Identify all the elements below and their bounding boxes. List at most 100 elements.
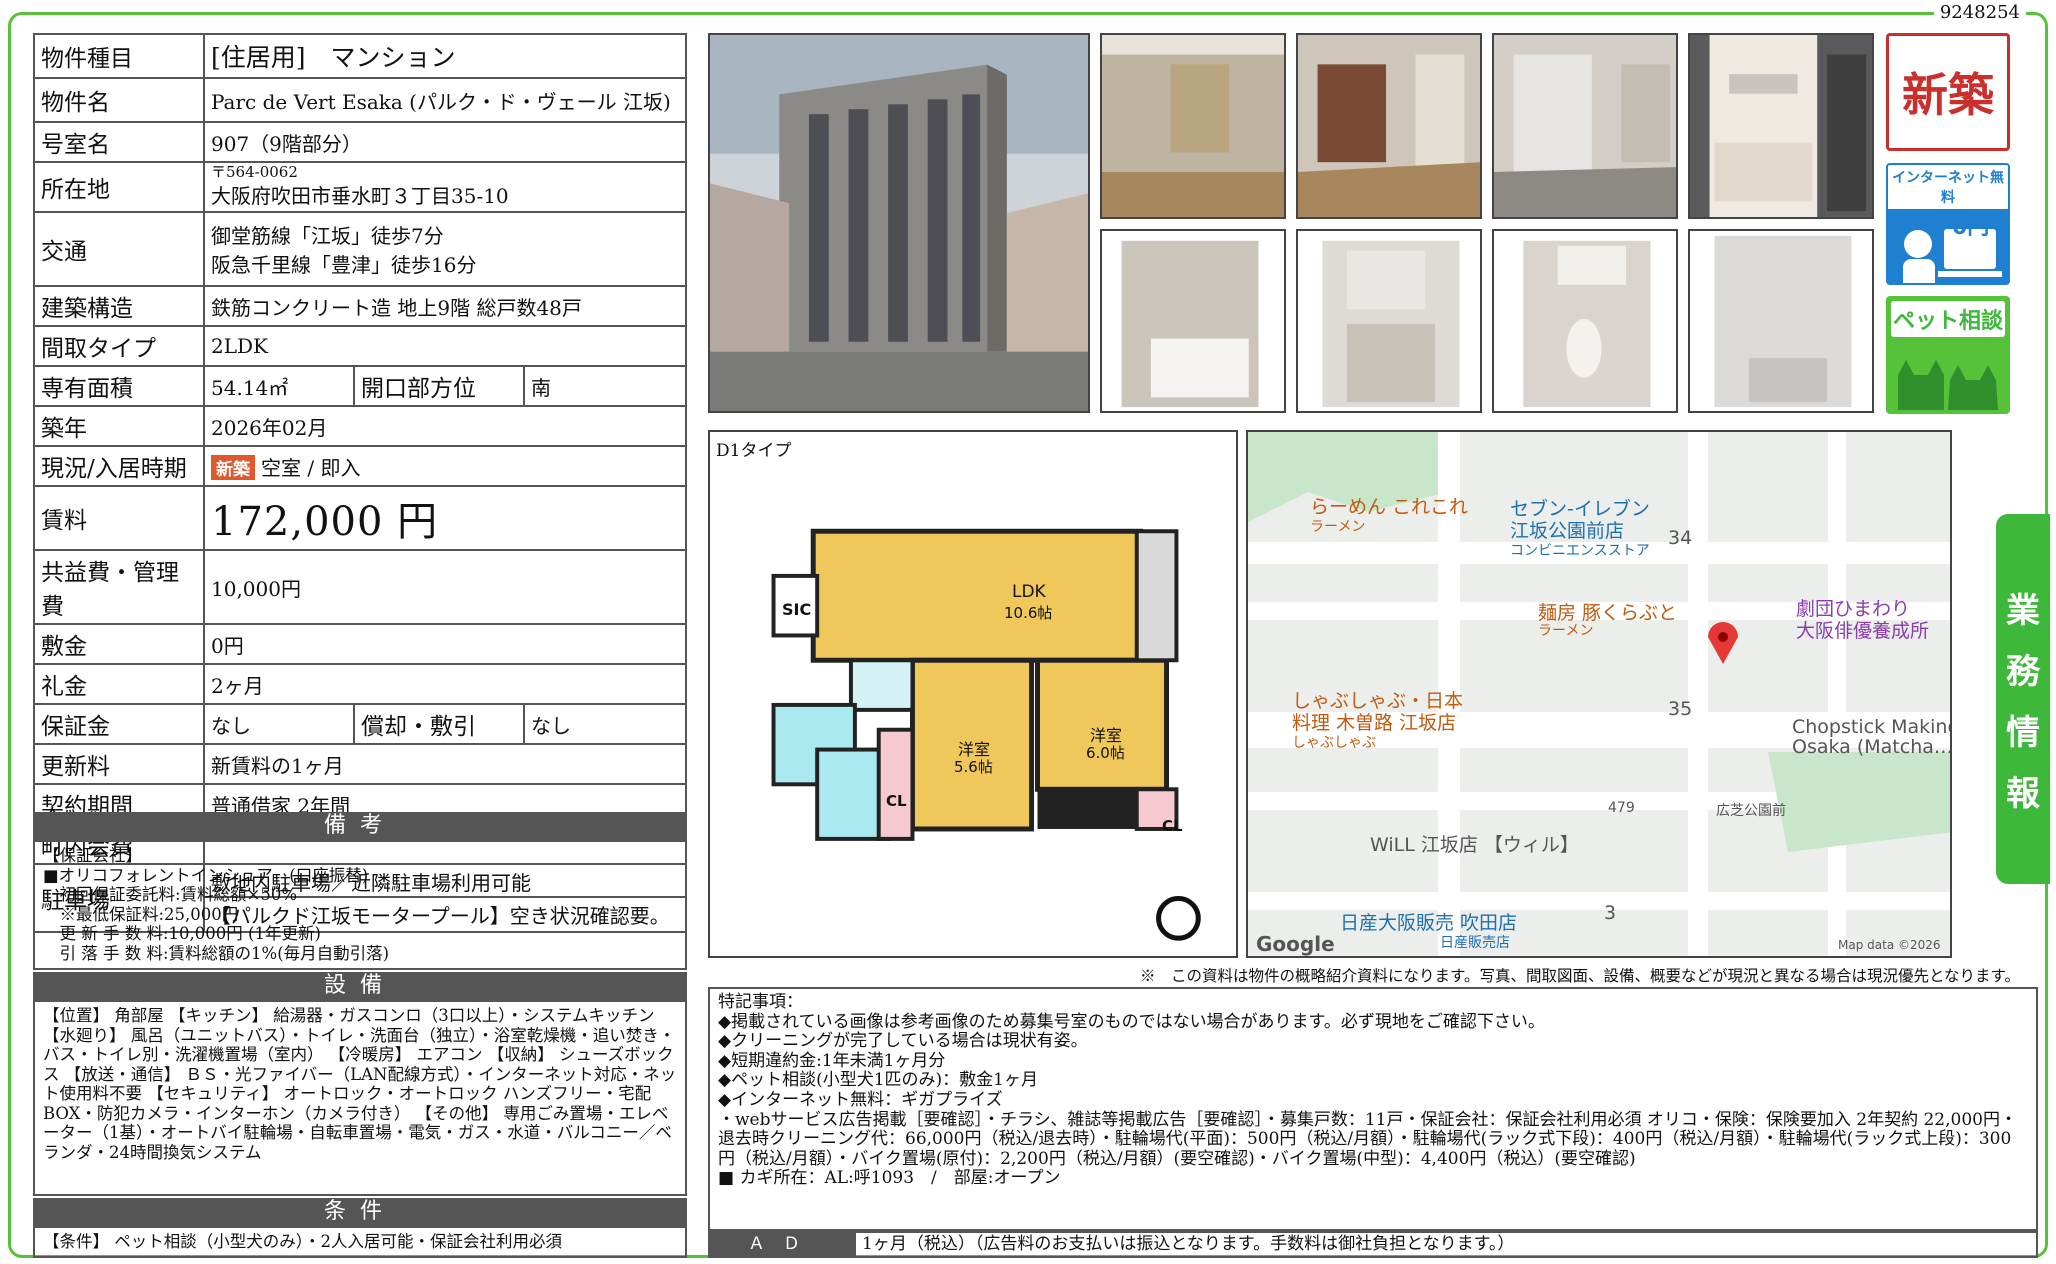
spec-table: 物件種目 [住居用] マンション 物件名 Parc de Vert Esaka (パ… [33,33,687,933]
fee-value: 10,000円 [203,549,687,625]
amortization-value: なし [523,703,687,745]
disclaimer-note: ※ この資料は物件の概略紹介資料になります。写真、間取図面、設備、概要などが現況… [1140,967,2020,985]
keymoney-label: 礼金 [33,663,205,705]
ad-row: ＡＤ 1ヶ月（税込）（広告料のお支払いは振込となります。手数料は御社負担となりま… [708,1231,2038,1258]
location-map[interactable]: らーめん これこれ ラーメン セブン-イレブン 江坂公園前店 コンビニエンススト… [1246,430,1952,958]
deposit-label: 敷金 [33,623,205,665]
special-remarks: 特記事項： ◆掲載されている画像は参考画像のため募集号室のものではない場合があり… [708,987,2038,1231]
map-label-nissan: 日産大阪販売 吹田店 [1340,912,1518,934]
type-label: 物件種目 [33,33,205,79]
map-label-chopstick2: Osaka (Matcha… [1792,736,1952,758]
built-value: 2026年02月 [203,405,687,447]
washroom-photo [1296,229,1482,413]
room-photo-1 [1100,33,1286,219]
layout-label: 間取タイプ [33,325,205,367]
new-build-text: 新築 [1902,68,1994,122]
plan-ldk-label: LDK [1012,582,1046,602]
remarks-box: 【保証会社】 ■オリコフォレントインシュア (口座振替) 初回保証委託料:賃料総… [33,840,687,970]
map-label-park: 広芝公園前 [1716,803,1786,819]
traffic-line: 御堂筋線「江坂」徒歩7分 [211,224,444,248]
map-label-34: 34 [1668,527,1693,549]
plan-ldk-size: 10.6帖 [1004,604,1053,622]
area-value: 54.14㎡ [203,365,355,407]
room-label: 号室名 [33,121,205,163]
status-cell: 新築 空室 / 即入 [203,445,687,487]
new-tag: 新築 [211,454,255,480]
tab-char: 報 [2006,774,2040,814]
remarks-header: 備考 [33,812,687,840]
traffic-label: 交通 [33,211,205,287]
guarantee-value: なし [203,703,355,745]
equipment-box: 【位置】 角部屋 【キッチン】 給湯器・ガスコンロ（3口以上）・システムキッチン… [33,1000,687,1196]
plan-room2-size: 6.0帖 [1086,744,1125,762]
building-exterior-photo [708,33,1090,413]
floor-plan-drawing [771,528,1201,941]
map-label-route: 479 [1608,800,1635,816]
tab-char: 情 [2006,713,2040,753]
map-label-3: 3 [1604,902,1617,924]
renewal-value: 新賃料の1ヶ月 [203,743,687,785]
map-data-credit: Map data ©2026 [1838,938,1941,952]
direction-value: 南 [523,365,687,407]
map-label-will: WiLL 江坂店 【ウィル】 [1370,834,1579,856]
kitchen-photo [1688,33,1874,219]
dog-icon [1898,360,1998,410]
conditions-box: 【条件】 ペット相談（小型犬のみ）・2人入居可能・保証会社利用必須 [33,1226,687,1258]
tab-char: 務 [2006,652,2040,692]
address-label: 所在地 [33,161,205,213]
name-value: Parc de Vert Esaka (パルク・ド・ヴェール 江坂) [203,77,687,123]
zip-code: 〒564-0062 [211,163,298,181]
amortization-label: 償却・敷引 [353,703,525,745]
pet-negotiable-text: ペット相談 [1891,301,2005,337]
laundry-photo [1688,229,1874,413]
rent-label: 賃料 [33,485,205,551]
map-label-gekidan2: 大阪俳優養成所 [1796,620,1930,642]
traffic-line: 阪急千里線「豊津」徒歩16分 [211,253,477,277]
plan-room1-size: 5.6帖 [954,758,993,776]
toilet-photo [1492,229,1678,413]
map-label-ramen: らーめん これこれ [1310,496,1469,518]
map-label-seven-branch: 江坂公園前店 [1510,520,1625,542]
map-label-shabu-sub: しゃぶしゃぶ [1292,735,1376,751]
internet-fee-text: 0円 [1952,215,1990,240]
built-label: 築年 [33,405,205,447]
room-photo-2 [1296,33,1482,219]
traffic-cell: 御堂筋線「江坂」徒歩7分阪急千里線「豊津」徒歩16分 [203,211,687,287]
address-value: 大阪府吹田市垂水町３丁目35-10 [211,184,509,208]
google-logo: Google [1256,932,1335,956]
floor-plan: D1タイプ SIC LDK 10.6帖 洋室 5.6帖 洋室 6.0帖 CL C… [708,430,1238,958]
ad-value: 1ヶ月（税込）（広告料のお支払いは振込となります。手数料は御社負担となります。） [862,1234,1515,1254]
room-value: 907（9階部分） [203,121,687,163]
area-label: 専有面積 [33,365,205,407]
pet-negotiable-badge: ペット相談 [1886,296,2010,414]
deposit-value: 0円 [203,623,687,665]
document-id: 9248254 [1933,2,2026,23]
guarantee-label: 保証金 [33,703,205,745]
name-label: 物件名 [33,77,205,123]
plan-closet-label: CL [1162,817,1183,835]
equipment-header: 設備 [33,972,687,1000]
rent-value: 172,000 円 [203,485,687,551]
plan-sic-label: SIC [782,600,812,619]
internet-free-badge: インターネット無料 0円 [1886,163,2010,285]
keymoney-value: 2ヶ月 [203,663,687,705]
map-label-35: 35 [1668,698,1693,720]
address-cell: 〒564-0062 大阪府吹田市垂水町３丁目35-10 [203,161,687,213]
business-info-tab[interactable]: 業 務 情 報 [1996,514,2050,884]
tab-char: 業 [2006,591,2040,631]
structure-label: 建築構造 [33,285,205,327]
new-build-badge: 新築 [1886,33,2010,151]
map-label-chopstick: Chopstick Making [1792,716,1952,738]
bathroom-photo [1100,229,1286,413]
internet-person-icon [1903,229,2002,283]
map-label-ramen-sub: ラーメン [1310,519,1366,535]
layout-value: 2LDK [203,325,687,367]
status-value: 空室 / 即入 [261,455,361,480]
fee-label: 共益費・管理費 [33,549,205,625]
ad-label: ＡＤ [710,1233,856,1256]
map-label-nissan-sub: 日産販売店 [1440,935,1510,951]
conditions-header: 条件 [33,1198,687,1226]
renewal-label: 更新料 [33,743,205,785]
internet-free-text: インターネット無料 [1888,165,2008,209]
plan-closet-label: CL [886,792,907,810]
